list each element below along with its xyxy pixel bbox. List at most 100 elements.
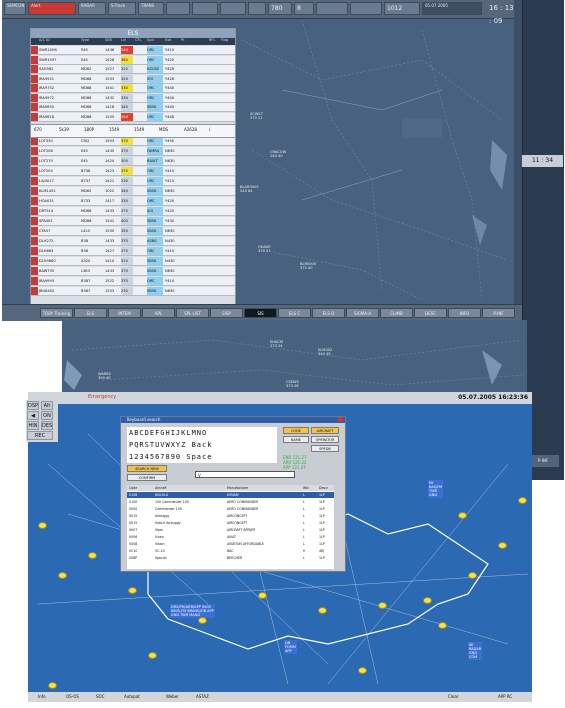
track-label[interactable]: CSEWS 370 28 [286,380,299,388]
track-label[interactable]: BLAR0005 240 84 [240,185,259,193]
toolbar-button-desc[interactable]: DESC [414,308,447,318]
els-row[interactable]: SWR1597 E45 1426 360 ORC Y420 [31,55,235,65]
search-input[interactable]: V [195,471,295,478]
els-row[interactable]: IRA9921 MD88 1533 320 SOI Y428 [31,74,235,84]
table-row[interactable]: V015 Airbuggy AIRCONCEPT L 1LP [127,513,339,519]
edit-field[interactable]: 1549 [109,127,119,132]
els-row[interactable]: LOT208 E45 1435 370 FAMRA N630 [31,147,235,156]
nav-left-arrow[interactable]: ◀ [27,411,39,420]
bottom-bar-button-soc[interactable]: SOC [96,693,104,701]
els-row[interactable]: SWR1SHS E45 1436 240 ORC Y410 [31,46,235,55]
edit-field[interactable]: 670 [34,127,42,132]
edit-field[interactable]: / [209,127,210,132]
table-row[interactable]: VC10 VC-10 BAC H 4RJ [127,548,339,554]
bottom-bar-button-clear[interactable]: Clear [448,693,458,701]
toolbar-button-els[interactable]: ELS [74,308,107,318]
els-row[interactable]: IRA9818 MD88 1535 340 ORC Y448 [31,112,235,122]
nav-alt[interactable]: Alt [41,401,53,410]
keyboard-row-1[interactable]: ABCDEFGHIJKLMNO [129,427,277,439]
track-label[interactable]: OEADE 370 27 [258,245,271,253]
toolbar-button-apl[interactable]: APL [142,308,175,318]
track-button[interactable]: S-Track [108,2,136,15]
table-row[interactable]: V08P Special BEECHER L 1LP [127,555,339,561]
toolbar-button-p-inf[interactable]: P-INF [482,308,515,318]
toolbar-button-6[interactable] [192,2,218,15]
table-row[interactable]: V006 Vixen AVIAT L 1LP [127,534,339,540]
lmb-button[interactable] [166,2,190,15]
code-button[interactable]: CODE [283,427,309,434]
sector-info-box[interactable]: KE RADAR GND COM [468,642,483,660]
els-row[interactable]: DLH272 B38 1433 370 ASNS N430 [31,237,235,246]
els-row[interactable]: LAJ4017 B737 1421 230 ORC Y414 [31,177,235,186]
sector-info-box[interactable]: EK KAS/FM TWR GND [428,480,444,498]
toolbar-button-els-d[interactable]: ELS D [312,308,345,318]
els-row[interactable]: JBU8402 B387 1533 230 SBSK N630 [31,287,235,296]
toolbar-button-toby-training[interactable]: TOBY Training [40,308,73,318]
keyboard-row-3[interactable]: 1234567890 Space [129,451,277,463]
bottom-bar-button-weber[interactable]: Weber [166,693,179,701]
confirm-button[interactable]: CONFIRM [127,474,167,481]
sector-info-box[interactable]: DRS/FM/ARR/APP 9000 8600-FM BRAND/OB APP… [170,604,215,618]
track-label[interactable]: EHACM 270 24 [270,340,283,348]
operator-button[interactable]: OPERATOR [311,436,339,443]
toolbar-button-els-c[interactable]: ELS C [278,308,311,318]
bottom-bar-button-os-os[interactable]: OS-OS [66,693,79,701]
aircraft-button[interactable]: AIRCRAFT [311,427,339,434]
bottom-bar-button-astaz[interactable]: ASTAZ [196,693,209,701]
scrollbar[interactable] [334,485,339,569]
els-row[interactable]: LOT270 E45 1424 300 BAVLT N630 [31,157,235,166]
nav-rec[interactable]: REC [27,431,53,440]
bottom-bar-button-autopat[interactable]: Autopat [124,693,140,701]
nav-zoom[interactable]: ON [41,411,53,420]
els-row[interactable]: SPA402 MD88 1541 400 SBSK Y430 [31,217,235,226]
els-row[interactable]: DLH9860 A320 1410 310 SBSK N430 [31,257,235,266]
track-label[interactable]: WAR62 390 40 [98,372,111,380]
els-row[interactable]: IRA9850 MD88 1418 340 SBSK Y440 [31,103,235,112]
track-label[interactable]: BLR0005 370 40 [300,262,316,270]
toolbar-button-7[interactable] [220,2,246,15]
toolbar-button-spl-list[interactable]: SPL LIST [176,308,209,318]
toolbar-button-sigma-a[interactable]: SIGMA-A [346,308,379,318]
bottom-bar-button-app-rc[interactable]: APP RC [498,693,512,701]
edit-field[interactable]: 1549 [134,127,144,132]
toolbar-button-climb[interactable]: CLIMB [380,308,413,318]
edit-field[interactable]: 5k39 [59,127,69,132]
close-icon[interactable] [338,417,343,422]
els-row[interactable]: SAG982 MD82 1527 320 RZGSE Y428 [31,65,235,74]
sector-info-box[interactable]: DN FOMM APP [284,640,297,654]
els-row[interactable]: IRA9752 MD88 1541 330 ORC Y440 [31,84,235,93]
bottom-bar-button-info[interactable]: Info [38,693,46,701]
trans-button[interactable]: TRANS [138,2,164,15]
track-label[interactable]: CRACOW 240 40 [270,150,286,158]
table-row[interactable]: V007 Viper AIRCRAFT SPEIJER L 1LP [127,527,339,533]
toolbar-button-10[interactable] [350,2,382,15]
toolbar-button-intem[interactable]: INTEM [108,308,141,318]
els-row[interactable]: BAW755 L363 1433 370 SBSK N630 [31,267,235,276]
els-row[interactable]: IRA9993 B387 1522 370 ORC Y414 [31,277,235,286]
els-row[interactable]: DRT914 MD88 1433 370 SOI Y420 [31,207,235,216]
edit-field[interactable]: A2628 [184,127,197,132]
els-row[interactable]: HOA031 B733 1417 330 ORC Y420 [31,197,235,206]
els-row[interactable]: IRA9972 MD88 1432 330 ORC Y440 [31,93,235,103]
table-row[interactable]: V108 600-VLA DYNAM L 1LP [127,492,339,498]
nav-des[interactable]: DES [41,421,53,430]
spedb-button[interactable]: SPEDB [311,445,339,452]
els-edit-row[interactable]: 670 5k39 180P 1549 1549 MDS A2628 / [31,124,235,138]
toolbar-button-sisp[interactable]: SISP [210,308,243,318]
els-row[interactable]: LOT330 CRJ2 1503 370 ORC Y450 [31,137,235,146]
keyboard-row-2[interactable]: PQRSTUVWXYZ Back [129,439,277,451]
track-label[interactable]: KLM302 340 45 [318,348,332,356]
toolbar-button-9[interactable] [316,2,348,15]
alert-button[interactable]: Alert [28,2,76,15]
nav-dsp[interactable]: DSP [27,401,39,410]
on-screen-keyboard[interactable]: ABCDEFGHIJKLMNO PQRSTUVWXYZ Back 1234567… [127,427,277,463]
table-row[interactable]: V015 Vuto-II Airbuggy AIRCONCEPT L 1LP [127,520,339,526]
toolbar-button-sis[interactable]: SIS [244,308,277,318]
nav-hin[interactable]: HIN [27,421,39,430]
table-row[interactable]: V100 100 Commander 100 AERO COMMANDER L 1LP [127,499,339,505]
els-row[interactable]: DLH863 B38 1427 370 ORC Y414 [31,247,235,256]
search-new-button[interactable]: SEARCH NEW [127,465,167,472]
els-row[interactable]: KLM1452 MD82 1022 340 SBSK N630 [31,187,235,196]
name-button[interactable]: NAME [283,436,309,443]
table-row[interactable]: V000 Commander 100 AERO COMMANDER L 1LP [127,506,339,512]
